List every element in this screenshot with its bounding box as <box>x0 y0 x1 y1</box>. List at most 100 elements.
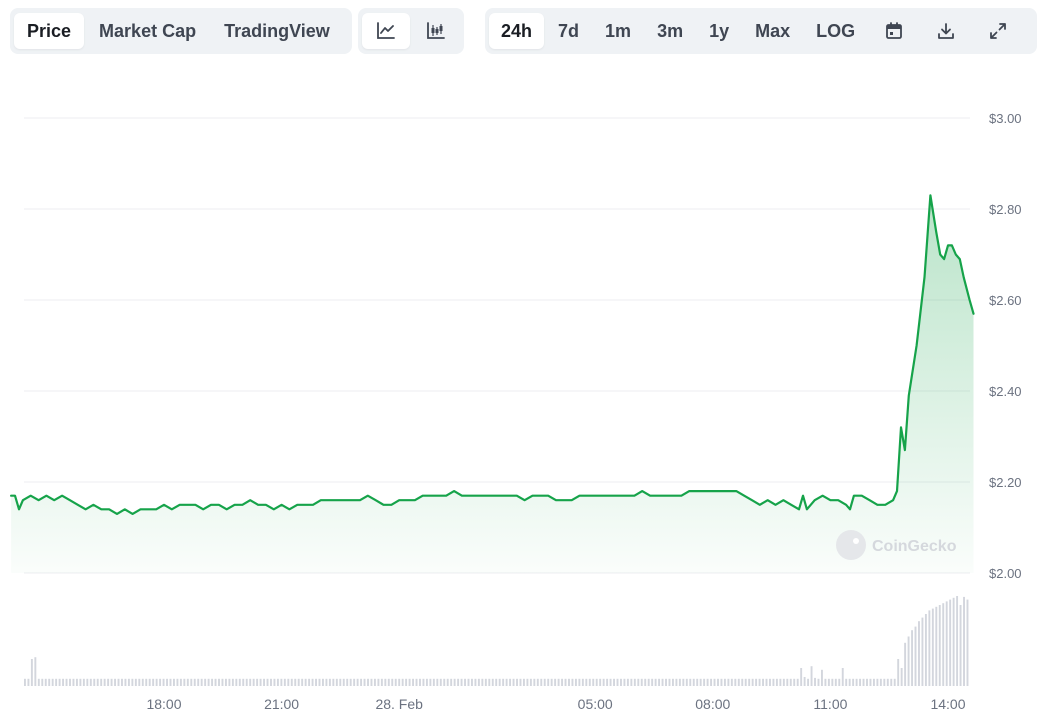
tab-market-cap[interactable]: Market Cap <box>86 13 209 49</box>
volume-bar <box>342 678 345 686</box>
volume-bar <box>380 678 383 686</box>
volume-bar <box>689 678 692 686</box>
volume-bar <box>152 678 155 686</box>
volume-bar <box>446 678 449 686</box>
volume-bar <box>620 678 622 686</box>
volume-bar <box>540 678 543 686</box>
download-button[interactable] <box>921 13 971 49</box>
volume-bar <box>748 678 751 686</box>
volume-bar <box>918 621 920 686</box>
volume-bar <box>193 678 196 686</box>
volume-bar <box>211 678 214 686</box>
volume-bar <box>855 678 858 686</box>
volume-bar <box>564 678 567 686</box>
volume-bar <box>387 678 390 686</box>
volume-bar <box>242 678 245 686</box>
volume-bar <box>772 678 775 686</box>
volume-bar <box>807 678 810 686</box>
volume-bar <box>741 678 744 686</box>
volume-bar <box>897 659 900 686</box>
volume-bar <box>775 678 778 686</box>
volume-bar <box>654 678 657 686</box>
volume-bar <box>588 678 591 686</box>
gecko-logo-icon <box>836 530 866 560</box>
volume-bar <box>869 678 872 686</box>
line-chart-button[interactable] <box>362 13 410 49</box>
volume-bar <box>131 678 134 686</box>
volume-bar <box>363 678 366 686</box>
volume-bar <box>89 678 92 686</box>
volume-bar <box>436 678 439 686</box>
range-1y[interactable]: 1y <box>697 13 741 49</box>
volume-bar <box>419 678 421 686</box>
volume-bar <box>592 678 595 686</box>
range-7d[interactable]: 7d <box>546 13 591 49</box>
volume-bar <box>751 678 754 686</box>
volume-bar <box>75 678 78 686</box>
volume-bar <box>114 678 117 686</box>
volume-bar <box>477 678 480 686</box>
volume-bar <box>578 678 581 686</box>
volume-bar <box>720 678 723 686</box>
volume-bar <box>924 614 927 686</box>
volume-bar <box>872 678 875 686</box>
volume-bar <box>949 599 952 686</box>
range-3m[interactable]: 3m <box>645 13 695 49</box>
range-max[interactable]: Max <box>743 13 802 49</box>
volume-bar <box>699 678 702 686</box>
volume-bar <box>616 678 619 686</box>
volume-bar <box>218 678 220 686</box>
volume-bar <box>134 678 137 686</box>
volume-bar <box>914 626 917 686</box>
line-chart-icon <box>377 22 395 39</box>
volume-bar <box>304 678 307 686</box>
volume-bar <box>141 678 144 686</box>
volume-bar <box>862 678 865 686</box>
volume-bar <box>228 678 231 686</box>
volume-bar <box>602 678 605 686</box>
volume-bar <box>935 606 938 686</box>
volume-bar <box>626 678 629 686</box>
volume-bar <box>127 678 130 686</box>
volume-bar <box>457 678 460 686</box>
volume-bar <box>845 678 848 686</box>
volume-bar <box>44 678 47 686</box>
calendar-button[interactable] <box>869 13 919 49</box>
volume-bar <box>169 678 172 686</box>
volume-bar <box>100 678 103 686</box>
volume-bar <box>921 617 924 686</box>
volume-bar <box>30 659 33 686</box>
volume-bar <box>235 678 238 686</box>
range-1m[interactable]: 1m <box>593 13 643 49</box>
volume-bar <box>793 678 796 686</box>
volume-bar <box>290 678 293 686</box>
volume-bar <box>322 678 324 686</box>
volume-bar <box>959 605 962 686</box>
tab-tradingview[interactable]: TradingView <box>211 13 343 49</box>
volume-bar <box>820 669 823 686</box>
volume-bar <box>574 678 577 686</box>
volume-bar <box>550 678 553 686</box>
volume-bar <box>769 678 771 686</box>
volume-bar <box>148 678 151 686</box>
volume-bar <box>841 668 844 686</box>
volume-bar <box>668 678 671 686</box>
time-range-group: 24h 7d 1m 3m 1y Max LOG <box>485 8 1037 54</box>
volume-bar <box>238 678 241 686</box>
volume-bar <box>384 678 387 686</box>
candlestick-chart-button[interactable] <box>412 13 460 49</box>
tab-price[interactable]: Price <box>14 13 85 49</box>
range-24h[interactable]: 24h <box>489 13 545 49</box>
chart-type-group <box>358 8 464 54</box>
volume-bar <box>647 678 650 686</box>
y-tick-label: $2.00 <box>989 566 1022 581</box>
expand-button[interactable] <box>973 13 1023 49</box>
volume-bar <box>86 678 89 686</box>
volume-bar <box>190 678 193 686</box>
x-axis: 18:00 21:00 28. Feb 05:00 08:00 11:00 14:00 <box>146 696 965 712</box>
volume-bar <box>595 678 598 686</box>
volume-bar <box>765 678 768 686</box>
volume-bar <box>779 678 782 686</box>
log-scale-toggle[interactable]: LOG <box>804 13 867 49</box>
volume-bar <box>814 677 816 686</box>
